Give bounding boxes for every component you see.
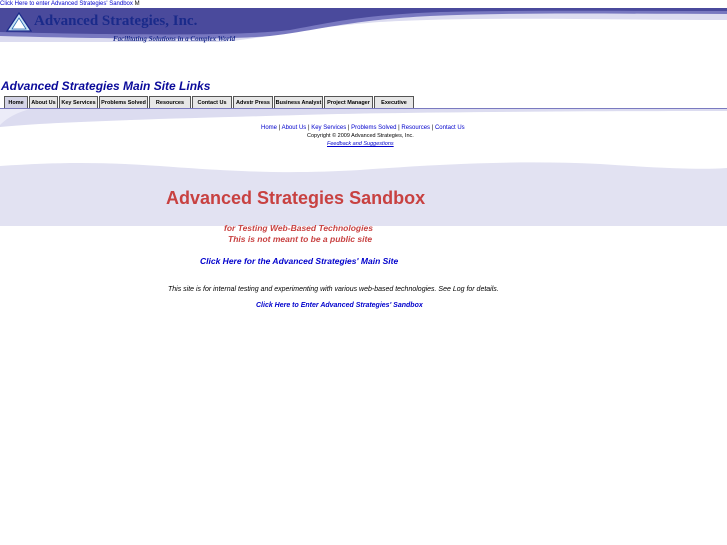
section-title: Advanced Strategies Main Site Links	[1, 79, 211, 93]
tab-executive[interactable]: Executive	[374, 96, 414, 108]
footer-links: Home | About Us | Key Services | Problem…	[261, 125, 465, 131]
footer-link-about-us[interactable]: About Us	[282, 125, 307, 131]
hero-subtitle-not-public: This is not meant to be a public site	[228, 234, 373, 244]
copyright-text: Copyright © 2009 Advanced Strategies, In…	[307, 133, 414, 139]
tab-home[interactable]: Home	[4, 96, 28, 108]
feedback-link[interactable]: Feedback and Suggestions	[327, 141, 394, 147]
footer-separator: |	[347, 125, 350, 131]
footer-link-home[interactable]: Home	[261, 125, 277, 131]
company-tagline: Facilitating Solutions in a Complex Worl…	[113, 35, 236, 43]
tab-resources[interactable]: Resources	[149, 96, 191, 108]
info-text: This site is for internal testing and ex…	[168, 286, 499, 293]
tab-key-services[interactable]: Key Services	[59, 96, 98, 108]
footer-separator: |	[398, 125, 400, 131]
footer-link-contact-us[interactable]: Contact Us	[435, 125, 465, 131]
footer-separator: |	[278, 125, 281, 131]
tab-business-analyst[interactable]: Business Analyst	[274, 96, 323, 108]
hero-title: Advanced Strategies Sandbox	[166, 188, 426, 208]
tab-project-manager[interactable]: Project Manager	[324, 96, 373, 108]
enter-sandbox-top-link[interactable]: Click Here to enter Advanced Strategies'…	[0, 1, 133, 7]
company-logo-text: Advanced Strategies, Inc.	[34, 13, 198, 29]
tab-contact-us[interactable]: Contact Us	[192, 96, 232, 108]
footer-separator: |	[431, 125, 434, 131]
main-site-link[interactable]: Click Here for the Advanced Strategies' …	[200, 256, 398, 266]
enter-sandbox-link[interactable]: Click Here to Enter Advanced Strategies'…	[256, 302, 423, 309]
top-link-bar: Click Here to enter Advanced Strategies'…	[0, 0, 140, 8]
top-link-suffix: M	[134, 1, 140, 7]
footer-link-problems-solved[interactable]: Problems Solved	[351, 125, 396, 131]
tab-advstr-press[interactable]: Advstr Press	[233, 96, 273, 108]
tab-problems-solved[interactable]: Problems Solved	[99, 96, 148, 108]
logo-triangle-icon	[6, 12, 32, 32]
footer-link-key-services[interactable]: Key Services	[311, 125, 346, 131]
hero-subtitle-testing: for Testing Web-Based Technologies	[224, 223, 373, 233]
footer-separator: |	[307, 125, 310, 131]
footer-link-resources[interactable]: Resources	[401, 125, 430, 131]
tab-about-us[interactable]: About Us	[29, 96, 58, 108]
